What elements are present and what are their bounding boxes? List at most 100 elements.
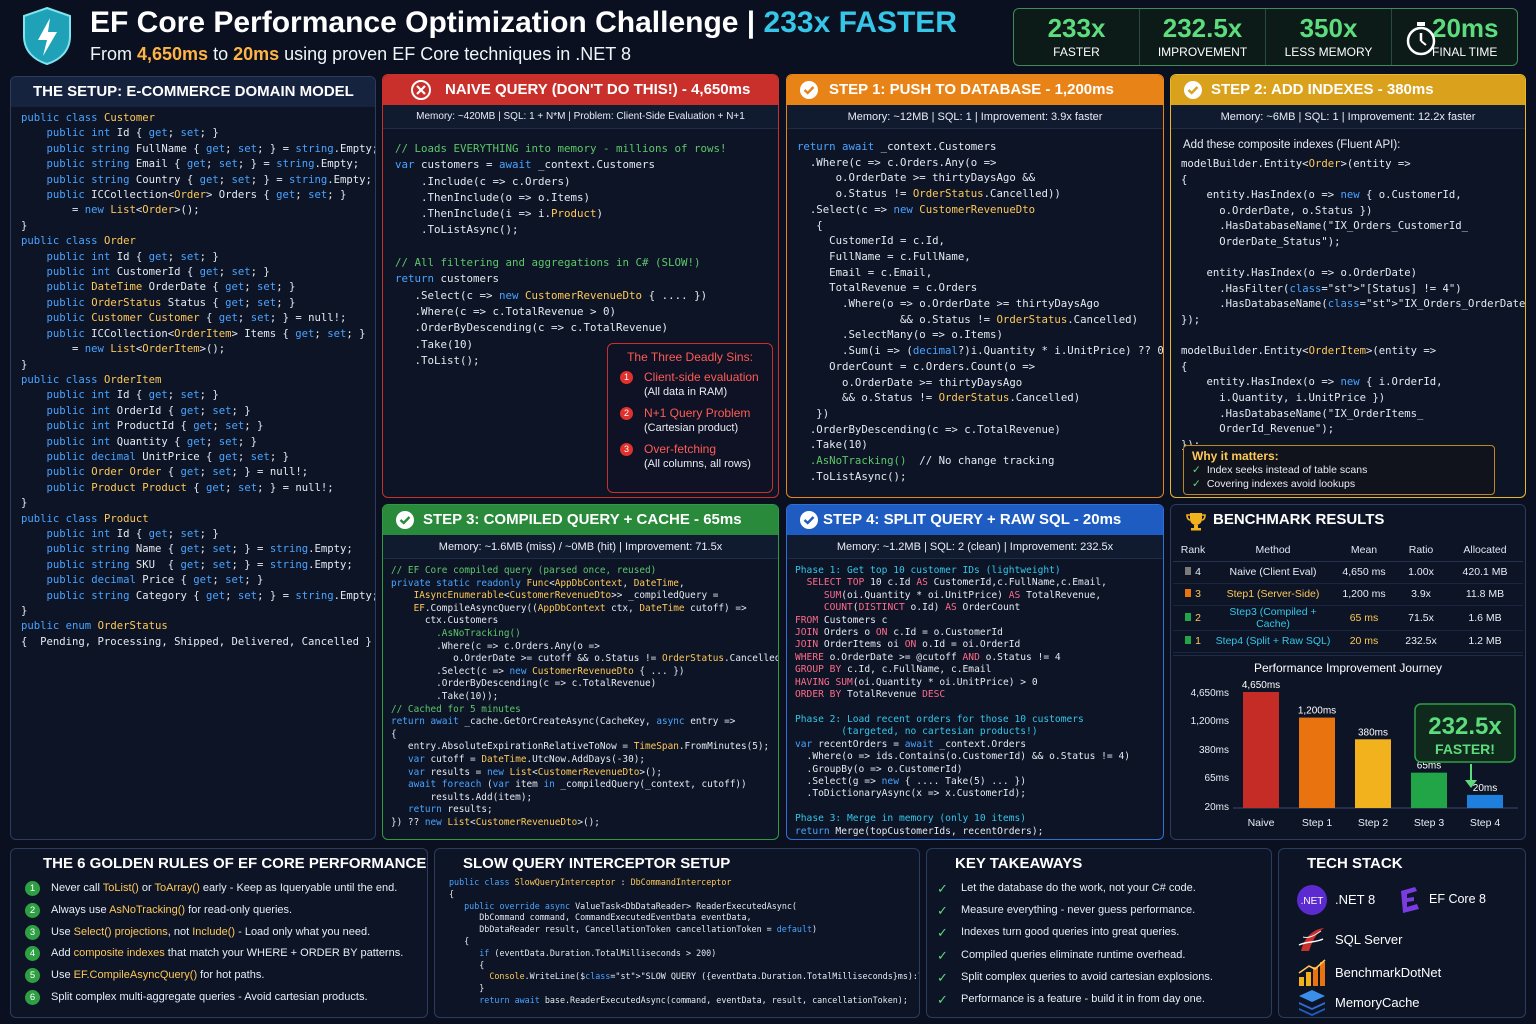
check-circle-icon — [800, 511, 818, 529]
sin-item: 3 Over-fetching (All columns, all rows) — [618, 442, 762, 472]
stat-faster: 233x FASTER — [1014, 9, 1140, 65]
callout-value: 232.5x — [1428, 713, 1502, 740]
interceptor-title: SLOW QUERY INTERCEPTOR SETUP — [463, 855, 731, 872]
bench-mean: 1,200 ms — [1333, 583, 1395, 606]
bench-ratio: 1.00x — [1395, 561, 1447, 584]
y-tick-label: 65ms — [1205, 773, 1229, 784]
code-line: .Select(c => new CustomerRevenueDto — [797, 202, 1036, 216]
takeaway-item: ✓ Indexes turn good queries into great qu… — [937, 925, 1180, 941]
code-line: .ThenInclude(o => o.Items) — [395, 190, 591, 204]
col-mean: Mean — [1333, 539, 1395, 562]
rules-title: THE 6 GOLDEN RULES OF EF CORE PERFORMANC… — [43, 855, 427, 872]
code-line: public override async ValueTask<DbDataRe… — [464, 900, 797, 911]
code-line: entry.AbsoluteExpirationRelativeToNow = … — [391, 741, 770, 753]
code-line: Console.WriteLine($class="st">"SLOW QUER… — [489, 971, 919, 982]
step4-panel: STEP 4: SPLIT QUERY + RAW SQL - 20ms Mem… — [786, 504, 1164, 840]
step2-code: modelBuilder.Entity<Order>(entity => { en… — [1171, 151, 1525, 459]
col-ratio: Ratio — [1395, 539, 1447, 562]
bar-value-label: 20ms — [1473, 783, 1497, 794]
code-line: Phase 3: Merge in memory (only 10 items) — [795, 813, 1027, 825]
code-line: public decimal UnitPrice { get; set; } — [46, 450, 289, 463]
code-line: public int OrderId { get; set; } — [46, 404, 251, 417]
code-line: SELECT TOP 10 c.Id AS CustomerId,c.FullN… — [806, 577, 1107, 589]
step3-meta: Memory: ~1.6MB (miss) / ~0MB (hit) | Imp… — [383, 535, 778, 559]
code-line: (targeted, no cartesian products!) — [795, 726, 1038, 738]
code-line: return await base.ReaderExecutedAsync(co… — [479, 994, 908, 1005]
memorycache-icon — [1299, 990, 1325, 1016]
code-line: .GroupBy(o => o.CustomerId) — [795, 763, 963, 775]
code-line: public OrderStatus Status { get; set; } — [46, 296, 296, 309]
col-rank: Rank — [1173, 539, 1213, 562]
code-line: entity.HasIndex(o => new { i.OrderId, — [1181, 376, 1443, 389]
code-line: public int Id { get; set; } — [46, 250, 219, 263]
bench-method: Step1 (Server-Side) — [1213, 583, 1333, 606]
sin-item: 1 Client-side evaluation (All data in RAM) — [618, 370, 762, 400]
code-line: o.OrderDate >= thirtyDaysAgo — [797, 375, 1023, 389]
setup-code: public class Customer public int Id { ge… — [11, 107, 375, 656]
code-line: public int Id { get; set; } — [46, 127, 219, 140]
step2-panel: STEP 2: ADD INDEXES - 380ms Memory: ~6MB… — [1170, 74, 1526, 498]
bench-allocated: 11.8 MB — [1447, 583, 1523, 606]
bench-mean: 65 ms — [1333, 605, 1395, 631]
step1-title: STEP 1: PUSH TO DATABASE - 1,200ms — [787, 75, 1163, 105]
code-line: { — [1181, 173, 1188, 186]
chart-bar — [1411, 772, 1447, 808]
bench-method: Naive (Client Eval) — [1213, 561, 1333, 584]
stopwatch-icon — [1406, 22, 1436, 56]
bench-rank: 4 — [1173, 561, 1213, 584]
code-line: .ToListAsync(); — [395, 223, 519, 237]
check-icon: ✓ — [937, 991, 948, 1007]
page-subtitle: From 4,650ms to 20ms using proven EF Cor… — [90, 44, 631, 64]
sins-title: The Three Deadly Sins: — [627, 350, 753, 364]
code-line: public class Customer — [21, 112, 155, 124]
code-line: var customers = await _context.Customers — [395, 158, 656, 172]
bench-allocated: 1.6 MB — [1447, 605, 1523, 631]
code-line: public Customer Customer { get; set; } =… — [46, 312, 347, 325]
x-tick-label: Step 2 — [1358, 817, 1389, 829]
bench-method: Step3 (Compiled + Cache) — [1213, 605, 1333, 631]
takeaway-item: ✓ Split complex queries to avoid cartesia… — [937, 969, 1213, 985]
code-line: o.OrderDate, o.Status }) — [1181, 204, 1373, 217]
code-line: .ThenInclude(i => i.Product) — [395, 207, 604, 221]
code-line: // All filtering and aggregations in C# … — [395, 256, 701, 270]
code-line: { — [449, 959, 485, 970]
bench-ratio: 71.5x — [1395, 605, 1447, 631]
code-line: public int Quantity { get; set; } — [46, 435, 258, 448]
takeaways-title: KEY TAKEAWAYS — [955, 855, 1083, 872]
code-line: .Take(10)); — [391, 690, 499, 702]
code-line: public ICCollection<Order> Orders { get;… — [46, 189, 347, 202]
code-line: WHERE o.OrderDate >= @cutoff AND o.Statu… — [795, 651, 1061, 663]
tech-efcore: EF Core 8 — [1397, 885, 1517, 915]
code-line: public enum OrderStatus — [21, 620, 168, 633]
code-line: public Product Product { get; set; } = n… — [46, 481, 334, 494]
performance-chart: Performance Improvement Journey 4,650ms 1,… — [1173, 655, 1523, 837]
rule-item: 1 Never call ToList() or ToArray() early … — [11, 879, 427, 901]
bench-row: 1 Step4 (Split + Raw SQL) 20 ms 232.5x 1.2 M… — [1173, 630, 1523, 653]
bench-row: 4 Naive (Client Eval) 4,650 ms 1.00x 420.1 M… — [1173, 561, 1523, 584]
code-line: var cutoff = DateTime.UtcNow.AddDays(-30… — [407, 753, 646, 765]
code-line: public DateTime OrderDate { get; set; } — [46, 281, 296, 294]
step1-panel: STEP 1: PUSH TO DATABASE - 1,200ms Memor… — [786, 74, 1164, 498]
code-line: await foreach (var item in _compiledQuer… — [407, 779, 747, 791]
efcore-icon — [1401, 887, 1419, 913]
code-line: public Order Order { get; set; } = null!… — [46, 466, 309, 479]
code-line: .OrderByDescending(c => c.TotalRevenue) — [797, 422, 1061, 436]
bench-row: 3 Step1 (Server-Side) 1,200 ms 3.9x 11.8 MB — [1173, 583, 1523, 606]
step3-title: STEP 3: COMPILED QUERY + CACHE - 65ms — [383, 505, 778, 535]
code-line: o.Status != OrderStatus.Cancelled)) — [797, 187, 1061, 201]
code-line: && o.Status != OrderStatus.Cancelled) — [797, 391, 1081, 405]
step3-code: // EF Core compiled query (parsed once, … — [383, 559, 778, 835]
code-line: // EF Core compiled query (parsed once, … — [391, 565, 657, 576]
takeaway-item: ✓ Performance is a feature - build it in … — [937, 991, 1205, 1007]
code-line: public int CustomerId { get; set; } — [46, 266, 270, 279]
code-line: modelBuilder.Entity<OrderItem>(entity => — [1181, 345, 1437, 358]
code-line: .SelectMany(o => o.Items) — [797, 328, 1003, 342]
code-line: .AsNoTracking() // No change tracking — [809, 454, 1055, 468]
code-line: Email = c.Email, — [797, 265, 933, 279]
code-line: public int Id { get; set; } — [46, 389, 219, 402]
title-accent: 233x FASTER — [763, 6, 957, 39]
y-tick-label: 1,200ms — [1191, 716, 1229, 727]
col-allocated: Allocated — [1447, 539, 1523, 562]
code-line: public string Country { get; set; } = st… — [46, 173, 372, 186]
